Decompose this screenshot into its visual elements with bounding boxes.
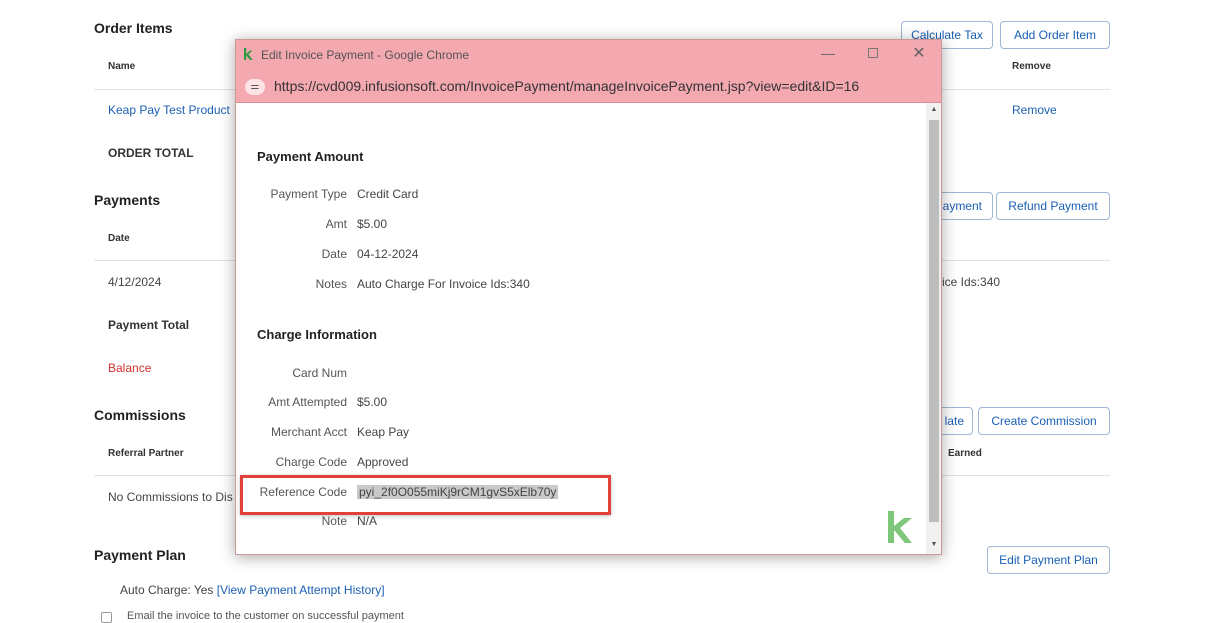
keap-logo-icon (244, 48, 253, 60)
auto-charge-text: Auto Charge: Yes [View Payment Attempt H… (120, 583, 385, 597)
refund-payment-button[interactable]: Refund Payment (996, 192, 1110, 220)
card-num-label: Card Num (292, 366, 347, 380)
balance-label: Balance (108, 361, 152, 375)
payment-type-label: Payment Type (270, 187, 348, 201)
merchant-acct-label: Merchant Acct (270, 425, 347, 439)
view-payment-attempt-history-link[interactable]: [View Payment Attempt History] (217, 583, 385, 597)
site-settings-icon[interactable]: ⚌ (245, 79, 265, 95)
col-header-referral-partner: Referral Partner (108, 448, 184, 459)
window-title: Edit Invoice Payment - Google Chrome (261, 48, 470, 62)
payment-plan-title: Payment Plan (94, 547, 186, 563)
reference-code-highlight-box (240, 475, 611, 515)
amt-attempted-label: Amt Attempted (268, 395, 347, 409)
order-items-title: Order Items (94, 20, 173, 36)
auto-charge-label: Auto Charge: Yes (120, 583, 214, 597)
notes-label: Notes (315, 277, 347, 291)
scroll-down-icon[interactable]: ▼ (929, 541, 939, 548)
charge-information-heading: Charge Information (257, 327, 377, 342)
scroll-up-icon[interactable]: ▲ (929, 106, 939, 113)
payment-date-cell: 4/12/2024 (108, 275, 162, 289)
col-header-remove: Remove (1012, 61, 1051, 72)
address-bar: ⚌ https://cvd009.infusionsoft.com/Invoic… (236, 70, 941, 103)
no-commissions-text: No Commissions to Dis (108, 490, 233, 504)
edit-payment-plan-button[interactable]: Edit Payment Plan (987, 546, 1110, 574)
note-label: Note (321, 514, 347, 528)
email-invoice-label: Email the invoice to the customer on suc… (127, 610, 404, 622)
add-order-item-button[interactable]: Add Order Item (1000, 21, 1110, 49)
email-invoice-checkbox[interactable] (101, 612, 112, 623)
amt-label: Amt (325, 217, 347, 231)
payment-amount-heading: Payment Amount (257, 149, 364, 164)
charge-code-value: Approved (357, 455, 409, 469)
col-header-earned: Earned (948, 448, 982, 459)
product-link[interactable]: Keap Pay Test Product (108, 103, 230, 117)
window-titlebar: Edit Invoice Payment - Google Chrome — ✕ (236, 40, 941, 70)
amt-attempted-value: $5.00 (357, 395, 388, 409)
payments-title: Payments (94, 192, 161, 208)
notes-value: Auto Charge For Invoice Ids:340 (357, 277, 530, 291)
date-value: 04-12-2024 (357, 247, 419, 261)
payment-notes-cell: ice Ids:340 (942, 275, 1001, 289)
amt-value: $5.00 (357, 217, 388, 231)
url-text[interactable]: https://cvd009.infusionsoft.com/InvoiceP… (274, 78, 859, 94)
payment-type-value: Credit Card (357, 187, 419, 201)
date-label: Date (321, 247, 347, 261)
close-icon[interactable]: ✕ (909, 43, 929, 63)
scrollbar-thumb[interactable] (929, 120, 939, 522)
payment-total-label: Payment Total (108, 318, 190, 332)
charge-code-label: Charge Code (275, 455, 347, 469)
remove-item-link[interactable]: Remove (1012, 103, 1057, 117)
keap-logo-icon (888, 511, 912, 543)
col-header-date: Date (108, 233, 130, 244)
minimize-icon[interactable]: — (818, 45, 838, 61)
commissions-title: Commissions (94, 407, 186, 423)
order-total-label: ORDER TOTAL (108, 146, 194, 160)
note-value: N/A (357, 514, 378, 528)
merchant-acct-value: Keap Pay (357, 425, 410, 439)
maximize-icon[interactable] (863, 45, 883, 61)
col-header-name: Name (108, 61, 136, 72)
create-commission-button[interactable]: Create Commission (978, 407, 1110, 435)
